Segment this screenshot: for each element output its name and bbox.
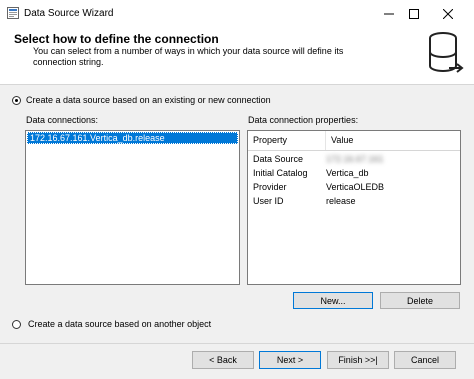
other-object-radio[interactable] xyxy=(12,320,21,329)
maximize-icon xyxy=(409,9,419,19)
column-value: Value xyxy=(331,135,354,145)
connection-properties-label: Data connection properties: xyxy=(248,115,359,125)
property-name: User ID xyxy=(253,196,284,206)
property-value: Vertica_db xyxy=(326,168,369,178)
data-connections-list[interactable] xyxy=(25,130,240,285)
footer-divider xyxy=(0,343,474,344)
maximize-button[interactable] xyxy=(397,0,431,28)
existing-connection-label[interactable]: Create a data source based on an existin… xyxy=(26,95,271,105)
next-button[interactable]: Next > xyxy=(259,351,321,369)
column-property: Property xyxy=(248,131,326,150)
delete-connection-button[interactable]: Delete xyxy=(380,292,460,309)
minimize-icon xyxy=(384,13,394,15)
property-name: Data Source xyxy=(253,154,304,164)
property-name: Provider xyxy=(253,182,287,192)
database-icon xyxy=(425,28,465,84)
properties-header: Property Value xyxy=(248,131,460,151)
window-title: Data Source Wizard xyxy=(24,8,114,19)
app-icon xyxy=(7,7,19,19)
existing-connection-radio[interactable] xyxy=(12,96,21,105)
page-title: Select how to define the connection xyxy=(14,32,219,46)
other-object-label[interactable]: Create a data source based on another ob… xyxy=(28,319,211,329)
property-value: 172.16.67.161 xyxy=(326,154,384,164)
property-name: Initial Catalog xyxy=(253,168,308,178)
close-button[interactable] xyxy=(431,0,465,28)
property-value: release xyxy=(326,196,356,206)
back-button[interactable]: < Back xyxy=(192,351,254,369)
finish-button[interactable]: Finish >>| xyxy=(327,351,389,369)
close-icon xyxy=(443,9,453,19)
new-connection-button[interactable]: New... xyxy=(293,292,373,309)
cancel-button[interactable]: Cancel xyxy=(394,351,456,369)
data-connections-label: Data connections: xyxy=(26,115,99,125)
connection-item-selected[interactable]: 172.16.67.161.Vertica_db.release xyxy=(27,132,238,144)
page-description: You can select from a number of ways in … xyxy=(33,46,344,67)
property-value: VerticaOLEDB xyxy=(326,182,385,192)
